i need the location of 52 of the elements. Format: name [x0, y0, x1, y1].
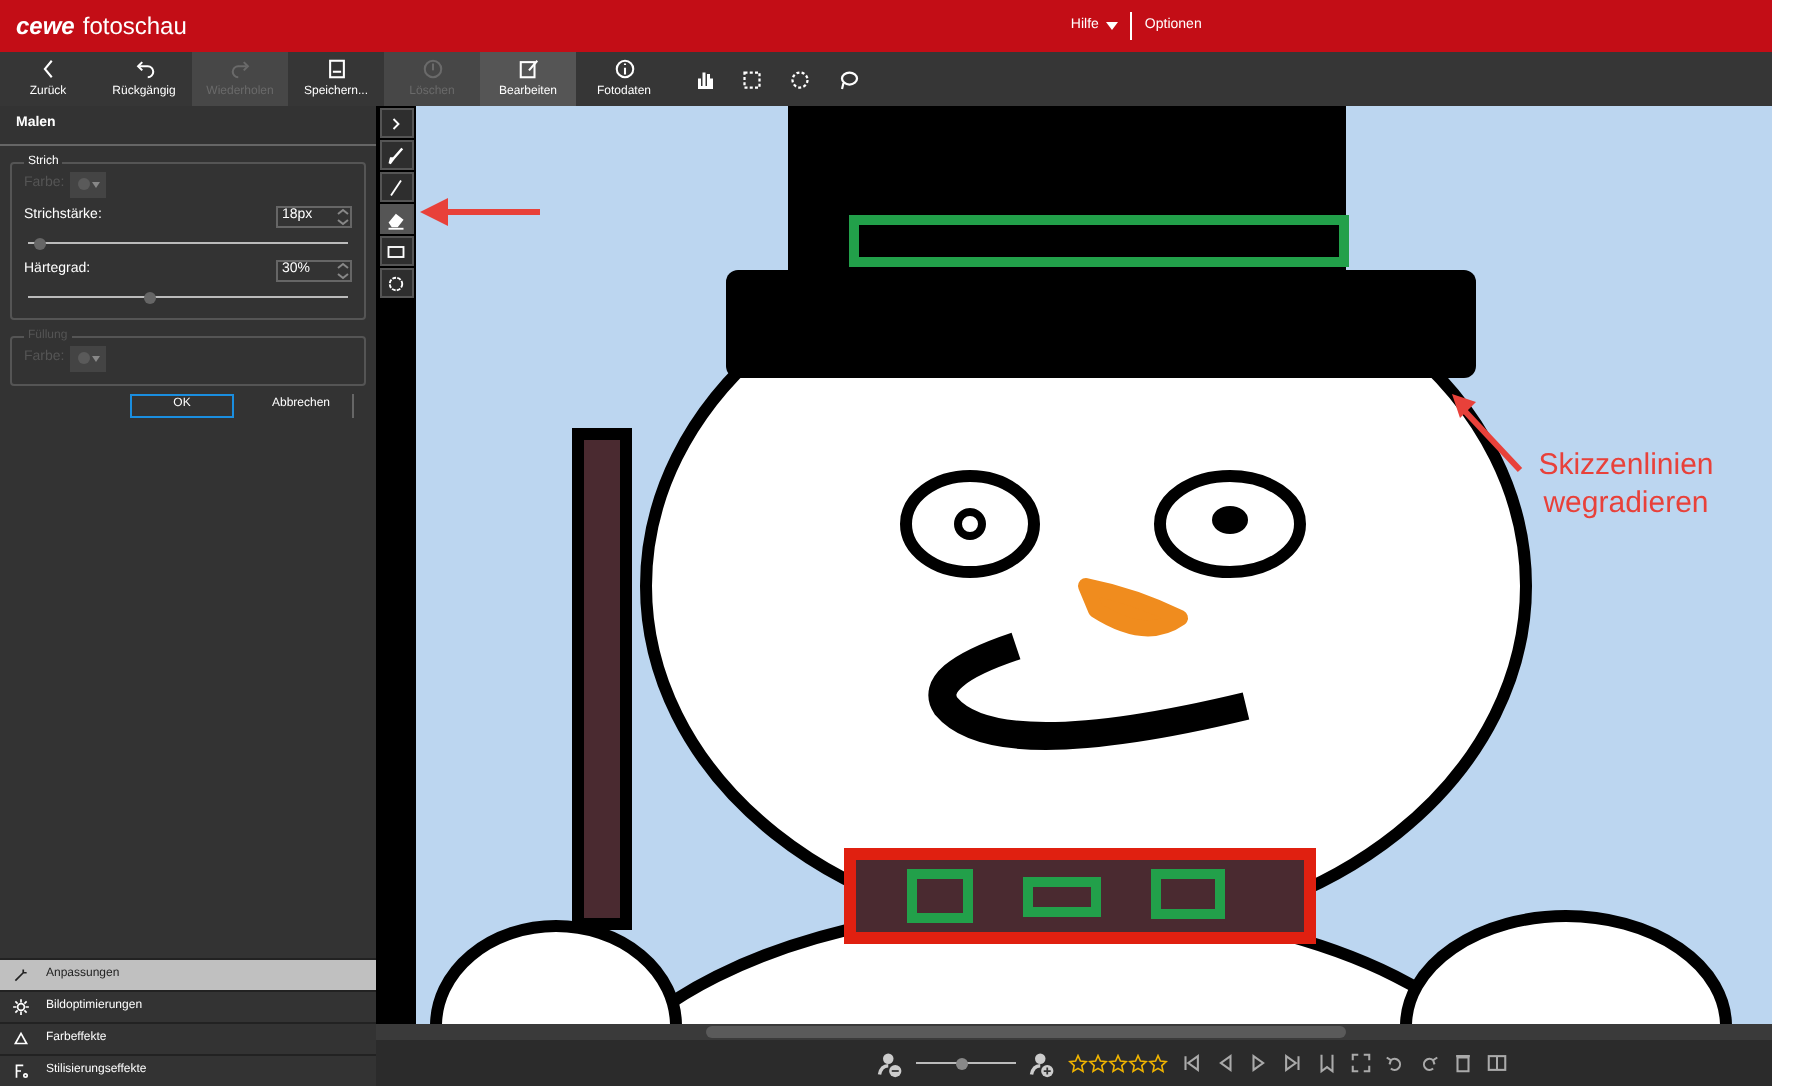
zoom-slider[interactable]: [916, 1055, 1016, 1071]
lasso-icon[interactable]: [836, 67, 860, 91]
color-swatch: [77, 352, 90, 364]
tool-button[interactable]: [379, 236, 413, 266]
compare-icon[interactable]: [1486, 1052, 1508, 1074]
redo-icon: [229, 57, 251, 79]
eraser-icon: [386, 209, 406, 229]
previous-icon[interactable]: [1214, 1052, 1236, 1074]
brush-icon: [386, 145, 406, 165]
color-swatch: [77, 178, 90, 190]
caret-icon: [91, 355, 100, 361]
info-icon: [613, 57, 635, 79]
horizontal-scrollbar[interactable]: [376, 1024, 1772, 1040]
save-icon: [325, 57, 347, 79]
caret-icon: [91, 181, 100, 187]
app-title: fotoschau: [82, 10, 187, 44]
tool-button[interactable]: [379, 172, 413, 202]
tool-button[interactable]: [379, 140, 413, 170]
star-rating[interactable]: [1068, 1053, 1168, 1073]
brand-logo: cewe: [16, 10, 75, 44]
first-icon[interactable]: [1180, 1052, 1202, 1074]
rotate-left-icon[interactable]: [1384, 1052, 1406, 1074]
undo-icon: [133, 57, 155, 79]
triangle-icon: [12, 1030, 30, 1048]
zoom-in-icon[interactable]: [1028, 1049, 1056, 1077]
rectangle-icon: [386, 241, 406, 261]
edit-icon: [517, 57, 539, 79]
annotation-text: Skizzenlinien wegradieren: [1536, 446, 1716, 522]
fullscreen-icon[interactable]: [1350, 1052, 1372, 1074]
zoom-out-icon[interactable]: [876, 1049, 904, 1077]
slider[interactable]: [28, 235, 348, 251]
delete-icon: [421, 57, 443, 79]
slider-thumb[interactable]: [955, 1057, 967, 1069]
pencil-icon: [386, 177, 406, 197]
dashed-circle-icon[interactable]: [788, 67, 812, 91]
slider-thumb[interactable]: [34, 237, 47, 249]
dashed-rectangle-icon[interactable]: [740, 67, 764, 91]
tool-button[interactable]: [379, 268, 413, 298]
stylize-icon: [12, 1062, 30, 1080]
last-icon[interactable]: [1282, 1052, 1304, 1074]
rotate-right-icon[interactable]: [1418, 1052, 1440, 1074]
arrow: [420, 196, 544, 228]
slider[interactable]: [28, 289, 348, 305]
circle-icon: [386, 273, 406, 293]
trash-icon[interactable]: [1452, 1052, 1474, 1074]
wand-icon: [12, 966, 30, 984]
sun-icon: [12, 998, 30, 1016]
arrow: [1448, 390, 1524, 474]
tool-button[interactable]: [379, 204, 413, 234]
slider-thumb[interactable]: [143, 291, 156, 303]
next-icon[interactable]: [1248, 1052, 1270, 1074]
bookmark-icon[interactable]: [1316, 1052, 1338, 1074]
